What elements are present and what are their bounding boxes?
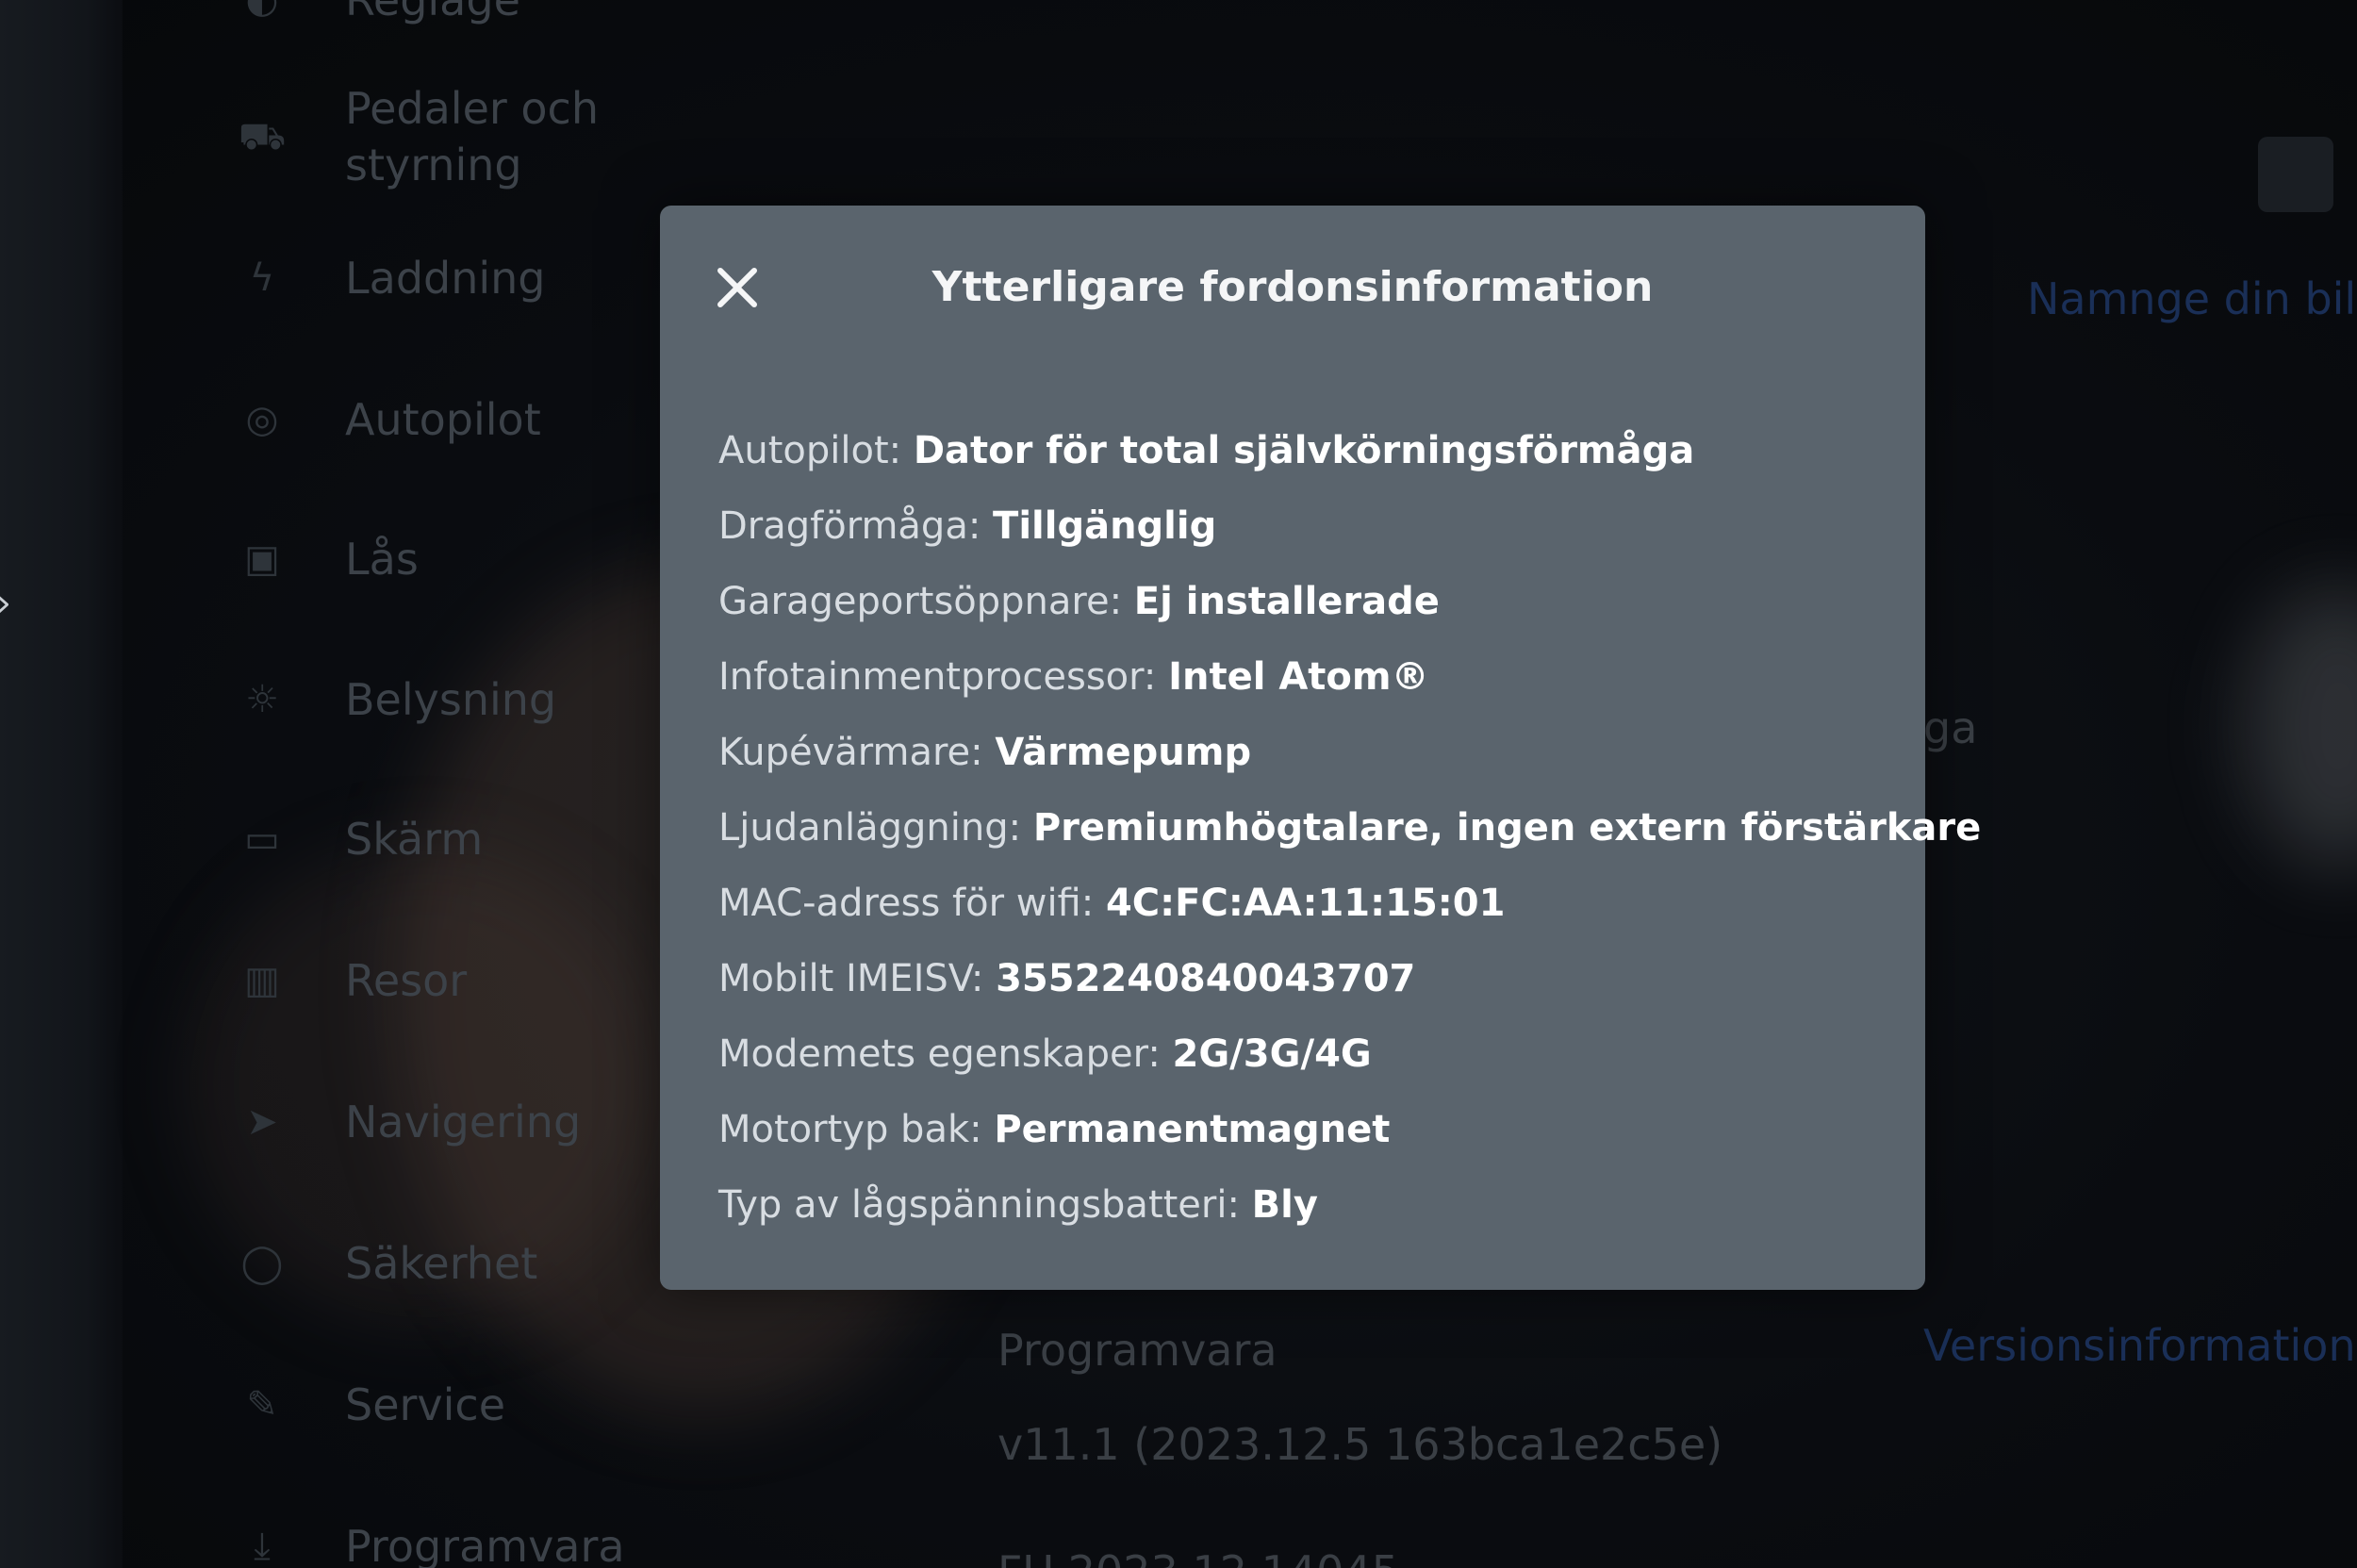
info-key: Motortyp bak: <box>718 1108 982 1151</box>
light-icon: ☼ <box>245 678 279 721</box>
sidebar-item-belysning[interactable]: ☼ Belysning <box>236 671 556 728</box>
info-row-imeisv: Mobilt IMEISV: 3552240840043707 <box>718 941 1897 1016</box>
info-key: Autopilot: <box>718 429 902 472</box>
vehicle-info-modal: Ytterligare fordonsinformation Autopilot… <box>660 206 1981 1290</box>
modal-title: Ytterligare fordonsinformation <box>931 263 1654 311</box>
left-edge-panel: › <box>0 0 123 1568</box>
info-row-sound-system: Ljudanläggning: Premiumhögtalare, ingen … <box>718 790 1981 866</box>
sidebar-item-programvara[interactable]: ⤓ Programvara <box>236 1518 624 1568</box>
info-row-low-voltage-battery: Typ av lågspänningsbatteri: Bly <box>718 1167 1897 1243</box>
info-row-rear-motor: Motortyp bak: Permanentmagnet <box>718 1092 1897 1167</box>
sidebar-item-resor[interactable]: ▥ Resor <box>236 952 467 1009</box>
info-key: Kupévärmare: <box>718 731 983 774</box>
name-car-link[interactable]: Namnge din bil <box>2027 273 2356 324</box>
background-text-fragment: ga <box>1923 702 1978 753</box>
profile-button[interactable] <box>2258 137 2333 212</box>
close-icon <box>717 268 757 307</box>
lock-icon: ▣ <box>244 537 280 581</box>
info-value: 4C:FC:AA:11:15:01 <box>1105 882 1506 925</box>
software-heading: Programvara <box>997 1325 1277 1376</box>
info-key: Ljudanläggning: <box>718 806 1022 850</box>
sidebar-item-navigering[interactable]: ➤ Navigering <box>236 1094 581 1150</box>
info-value: Tillgänglig <box>993 504 1217 548</box>
screen-reflection <box>2244 585 2357 867</box>
software-version: v11.1 (2023.12.5 163bca1e2c5e) <box>997 1419 1723 1470</box>
screen: › ◐ Reglage ⛟ Pedaler och styrning ϟ Lad… <box>0 0 2357 1568</box>
sidebar-item-laddning[interactable]: ϟ Laddning <box>236 250 546 306</box>
release-notes-link[interactable]: Versionsinformation <box>1923 1320 2356 1371</box>
info-key: Garageportsöppnare: <box>718 580 1123 623</box>
info-key: MAC-adress för wifi: <box>718 882 1095 925</box>
info-row-cabin-heater: Kupévärmare: Värmepump <box>718 715 1897 790</box>
info-row-towing: Dragförmåga: Tillgänglig <box>718 488 1897 564</box>
background-bottom-fragment: FU 2023.12.14045 <box>997 1546 1399 1568</box>
sidebar-item-service[interactable]: ✎ Service <box>236 1377 505 1433</box>
car-icon: ⛟ <box>238 115 287 158</box>
bolt-icon: ϟ <box>249 256 275 300</box>
info-value: Värmepump <box>995 731 1252 774</box>
sidebar-item-sakerhet[interactable]: ◯ Säkerhet <box>236 1235 538 1292</box>
info-key: Modemets egenskaper: <box>718 1032 1161 1076</box>
info-key: Dragförmåga: <box>718 504 981 548</box>
info-value: 3552240840043707 <box>996 957 1416 1000</box>
info-value: Permanentmagnet <box>994 1108 1391 1151</box>
info-key: Typ av lågspänningsbatteri: <box>718 1183 1240 1227</box>
info-key: Mobilt IMEISV: <box>718 957 984 1000</box>
steering-wheel-icon: ◎ <box>245 398 279 441</box>
vehicle-info-list: Autopilot: Dator för total självkörnings… <box>718 413 1981 1243</box>
info-key: Infotainmentprocessor: <box>718 655 1157 699</box>
info-value: Bly <box>1251 1183 1318 1227</box>
trips-icon: ▥ <box>244 959 280 1002</box>
toggle-icon: ◐ <box>245 0 279 22</box>
sidebar-item-skarm[interactable]: ▭ Skärm <box>236 811 483 867</box>
sidebar-item-autopilot[interactable]: ◎ Autopilot <box>236 391 541 448</box>
sidebar-item-reglage[interactable]: ◐ Reglage <box>236 0 520 28</box>
sidebar-item-pedaler[interactable]: ⛟ Pedaler och styrning <box>236 80 666 193</box>
info-row-wifi-mac: MAC-adress för wifi: 4C:FC:AA:11:15:01 <box>718 866 1897 941</box>
info-row-modem: Modemets egenskaper: 2G/3G/4G <box>718 1016 1897 1092</box>
info-value: Ej installerade <box>1133 580 1440 623</box>
navigation-icon: ➤ <box>246 1100 278 1144</box>
info-row-garage-opener: Garageportsöppnare: Ej installerade <box>718 564 1897 639</box>
display-icon: ▭ <box>244 817 280 861</box>
info-row-autopilot: Autopilot: Dator för total självkörnings… <box>718 413 1897 488</box>
safety-icon: ◯ <box>240 1242 284 1285</box>
wrench-icon: ✎ <box>246 1383 278 1427</box>
info-value: Intel Atom® <box>1168 655 1429 699</box>
close-button[interactable] <box>707 257 767 318</box>
info-value: 2G/3G/4G <box>1172 1032 1372 1076</box>
info-value: Dator för total självkörningsförmåga <box>913 429 1695 472</box>
sidebar-item-las[interactable]: ▣ Lås <box>236 531 419 587</box>
info-value: Premiumhögtalare, ingen extern förstärka… <box>1032 806 1982 850</box>
chevron-right-icon: › <box>0 585 11 622</box>
info-row-infotainment-processor: Infotainmentprocessor: Intel Atom® <box>718 639 1897 715</box>
settings-sidebar: ◐ Reglage ⛟ Pedaler och styrning ϟ Laddn… <box>236 0 669 1568</box>
download-icon: ⤓ <box>254 1525 271 1568</box>
